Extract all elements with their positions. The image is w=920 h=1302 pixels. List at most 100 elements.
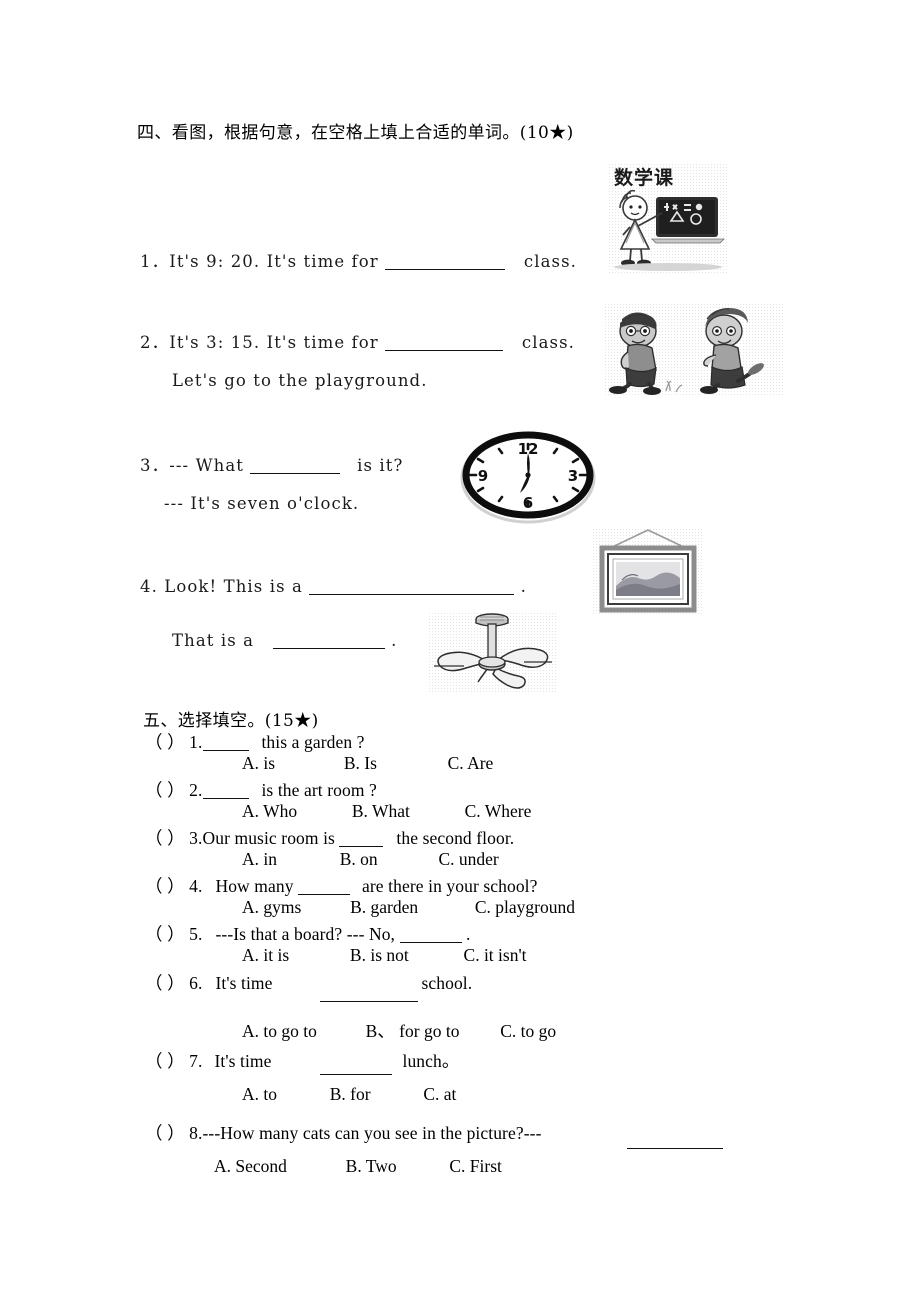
q1-text-before: 1．It's 9: 20. It's time for — [140, 252, 379, 271]
answer-bracket-8[interactable]: （ ） — [145, 1123, 185, 1143]
q5-3-option-c[interactable]: C. under — [438, 849, 498, 869]
math-class-title: 数学课 — [614, 167, 675, 189]
q5-4-stem-after: are there in your school? — [362, 876, 538, 896]
q5-8-option-a[interactable]: A. Second — [214, 1156, 287, 1176]
q5-5-option-c[interactable]: C. it isn't — [464, 945, 527, 965]
q5-4-blank[interactable] — [298, 894, 351, 895]
q5-7-stem-before: It's time — [214, 1051, 272, 1071]
q5-6-option-a[interactable]: A. to go to — [242, 1021, 317, 1041]
clock-numeral-3: 3 — [568, 467, 578, 485]
clock-illustration: 12 3 6 9 — [460, 431, 596, 524]
q5-2-option-c[interactable]: C. Where — [465, 801, 532, 821]
question-5-3: （ ） 3.Our music room is the second floor… — [145, 825, 514, 850]
q2-answer-blank[interactable] — [385, 350, 504, 351]
question-5-2-options: A. Who B. What C. Where — [242, 801, 531, 822]
q5-6-option-c[interactable]: C. to go — [500, 1021, 556, 1041]
answer-bracket-2[interactable]: （ ） — [145, 780, 185, 800]
section-5-heading: 五、选择填空。(15★) — [143, 711, 319, 731]
q5-6-num: 6. — [189, 973, 203, 993]
question-5-3-options: A. in B. on C. under — [242, 849, 499, 870]
q5-2-blank[interactable] — [202, 798, 249, 799]
q4-line2-after: . — [391, 631, 398, 650]
q5-7-blank[interactable] — [320, 1074, 392, 1075]
question-5-6-options: A. to go to B、 for go to C. to go — [242, 1018, 556, 1043]
clock-numeral-9: 9 — [478, 467, 488, 485]
q5-5-option-b[interactable]: B. is not — [350, 945, 409, 965]
question-5-8-options: A. Second B. Two C. First — [214, 1156, 502, 1177]
section-4-heading: 四、看图，根据句意，在空格上填上合适的单词。(10★) — [137, 123, 574, 143]
q4-answer-blank-2[interactable] — [272, 648, 385, 649]
q2-text-before: 2．It's 3: 15. It's time for — [140, 333, 379, 352]
question-5-4: （ ） 4. How many are there in your school… — [145, 873, 538, 898]
q5-6-stem-after: school. — [421, 973, 473, 993]
question-4-2-line2: Let's go to the playground. — [172, 371, 428, 390]
q5-7-num: 7. — [189, 1051, 203, 1071]
answer-bracket-3[interactable]: （ ） — [145, 828, 185, 848]
q5-8-blank[interactable] — [627, 1148, 723, 1149]
question-5-8: （ ） 8.---How many cats can you see in th… — [145, 1120, 542, 1145]
q5-4-num: 4. — [189, 876, 203, 896]
question-5-5-options: A. it is B. is not C. it isn't — [242, 945, 526, 966]
question-4-1: 1．It's 9: 20. It's time for class. — [140, 248, 577, 272]
q5-3-num: 3. — [189, 828, 203, 848]
q5-7-option-c[interactable]: C. at — [423, 1084, 456, 1104]
q5-4-option-c[interactable]: C. playground — [475, 897, 575, 917]
q3-answer-blank[interactable] — [250, 473, 341, 474]
q5-2-option-a[interactable]: A. Who — [242, 801, 297, 821]
q5-1-option-a[interactable]: A. is — [242, 753, 275, 773]
clock-picture: 12 3 6 9 — [458, 428, 598, 524]
pe-class-picture — [604, 303, 784, 395]
q5-8-option-c[interactable]: C. First — [449, 1156, 502, 1176]
q5-1-option-c[interactable]: C. Are — [448, 753, 494, 773]
answer-bracket-1[interactable]: （ ） — [145, 732, 185, 752]
answer-bracket-6[interactable]: （ ） — [145, 973, 185, 993]
q5-3-option-a[interactable]: A. in — [242, 849, 277, 869]
q2-text-after: class. — [521, 333, 575, 352]
q5-3-blank[interactable] — [339, 846, 384, 847]
answer-bracket-7[interactable]: （ ） — [145, 1051, 185, 1071]
ceiling-fan-illustration — [434, 613, 552, 689]
question-4-4-line2: That is a . — [172, 631, 398, 650]
question-5-1-options: A. is B. Is C. Are — [242, 753, 493, 774]
q5-2-option-b[interactable]: B. What — [352, 801, 410, 821]
q5-3-option-b[interactable]: B. on — [340, 849, 378, 869]
q5-5-option-a[interactable]: A. it is — [242, 945, 289, 965]
q5-7-option-a[interactable]: A. to — [242, 1084, 277, 1104]
picture-frame-picture — [592, 528, 704, 616]
q4-text-after: . — [520, 577, 528, 596]
q4-answer-blank-1[interactable] — [309, 594, 515, 595]
q5-2-num: 2. — [189, 780, 203, 800]
q5-6-option-b[interactable]: B、 for go to — [366, 1021, 460, 1041]
question-5-1: （ ） 1. this a garden ? — [145, 729, 365, 754]
q5-3-stem-after: the second floor. — [396, 828, 515, 848]
q5-7-option-b[interactable]: B. for — [330, 1084, 371, 1104]
question-4-3-line2: --- It's seven o'clock. — [164, 494, 360, 513]
q5-4-option-a[interactable]: A. gyms — [242, 897, 301, 917]
q5-5-blank[interactable] — [399, 942, 462, 943]
question-4-2: 2．It's 3: 15. It's time for class. — [140, 329, 575, 353]
q5-7-stem-after: lunch。 — [402, 1051, 460, 1071]
question-5-6: （ ） 6. It's time school. — [145, 970, 472, 995]
running-children-illustration — [609, 307, 764, 395]
question-4-4: 4. Look! This is a . — [140, 577, 527, 596]
q5-8-stem-before: ---How many cats can you see in the pict… — [202, 1123, 542, 1143]
q5-1-blank[interactable] — [202, 750, 249, 751]
q5-6-blank[interactable] — [320, 1001, 418, 1002]
q5-4-stem-before: How many — [215, 876, 294, 896]
question-5-2: （ ） 2. is the art room ? — [145, 777, 377, 802]
answer-bracket-5[interactable]: （ ） — [145, 924, 185, 944]
q5-3-stem-before: Our music room is — [202, 828, 335, 848]
q5-1-option-b[interactable]: B. Is — [344, 753, 377, 773]
ceiling-fan-picture — [428, 612, 558, 692]
q4-text-before: 4. Look! This is a — [140, 577, 303, 596]
question-5-4-options: A. gyms B. garden C. playground — [242, 897, 575, 918]
clock-numeral-6: 6 — [523, 494, 533, 512]
q1-answer-blank[interactable] — [385, 269, 506, 270]
question-5-7-options: A. to B. for C. at — [242, 1084, 456, 1105]
q5-2-stem: is the art room ? — [261, 780, 377, 800]
picture-frame-illustration — [599, 529, 697, 613]
answer-bracket-4[interactable]: （ ） — [145, 876, 185, 896]
q5-4-option-b[interactable]: B. garden — [350, 897, 418, 917]
q5-5-stem-before: ---Is that a board? --- No, — [215, 924, 396, 944]
q5-8-option-b[interactable]: B. Two — [346, 1156, 397, 1176]
